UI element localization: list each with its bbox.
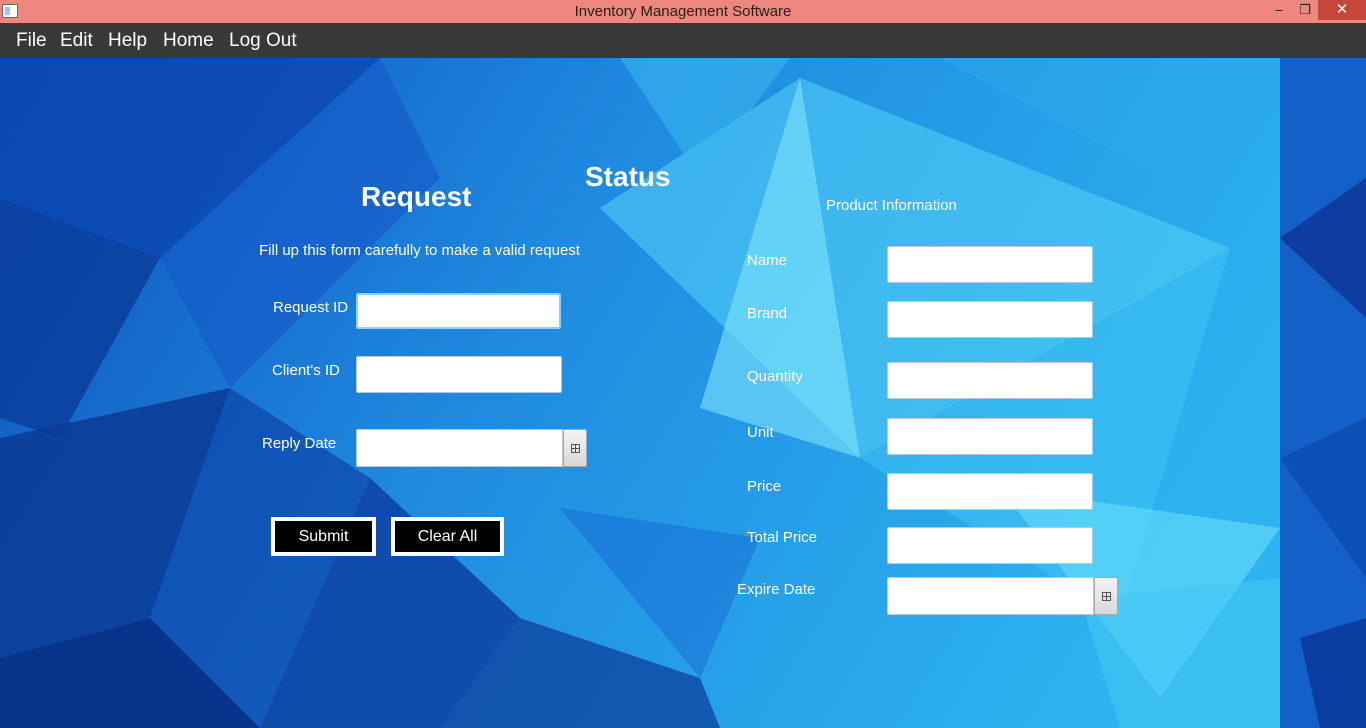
calendar-icon [571,444,580,453]
menu-logout[interactable]: Log Out [229,30,297,52]
request-subtitle: Fill up this form carefully to make a va… [259,242,580,259]
calendar-icon [1102,592,1111,601]
unit-label: Unit [747,424,774,441]
status-title: Status [585,161,671,192]
menu-bar: File Edit Help Home Log Out [0,23,1366,58]
total-price-label: Total Price [747,529,818,546]
quantity-input[interactable] [887,362,1093,399]
reply-date-picker [356,429,587,467]
title-bar[interactable]: Inventory Management Software – ❐ ✕ [0,0,1366,23]
name-input[interactable] [887,246,1093,283]
menu-home[interactable]: Home [163,30,214,52]
price-label: Price [747,478,782,495]
maximize-button[interactable]: ❐ [1292,0,1318,20]
brand-input[interactable] [887,301,1093,338]
expire-date-picker [887,577,1118,615]
client-id-input[interactable] [356,356,562,393]
close-button[interactable]: ✕ [1318,0,1366,20]
menu-file[interactable]: File [16,30,47,52]
menu-help[interactable]: Help [108,30,147,52]
expire-date-label: Expire Date [737,581,816,598]
background-image [0,58,1366,728]
request-id-input[interactable] [356,293,561,329]
price-input[interactable] [887,473,1093,510]
request-title: Request [361,181,472,212]
request-id-label: Request ID [273,299,349,316]
expire-date-input[interactable] [887,577,1094,615]
submit-button[interactable]: Submit [271,517,376,556]
client-id-label: Client's ID [272,362,340,379]
name-label: Name [747,252,788,269]
expire-date-calendar-button[interactable] [1094,577,1118,615]
clear-all-button[interactable]: Clear All [391,517,504,556]
app-window: Inventory Management Software – ❐ ✕ File… [0,0,1366,728]
brand-label: Brand [747,305,788,322]
reply-date-label: Reply Date [262,435,337,452]
product-info-title: Product Information [826,197,957,214]
reply-date-calendar-button[interactable] [563,429,587,467]
unit-input[interactable] [887,418,1093,455]
minimize-button[interactable]: – [1266,0,1292,20]
menu-edit[interactable]: Edit [60,30,93,52]
total-price-input[interactable] [887,527,1093,564]
quantity-label: Quantity [747,368,803,385]
window-title: Inventory Management Software [574,3,792,20]
reply-date-input[interactable] [356,429,563,467]
